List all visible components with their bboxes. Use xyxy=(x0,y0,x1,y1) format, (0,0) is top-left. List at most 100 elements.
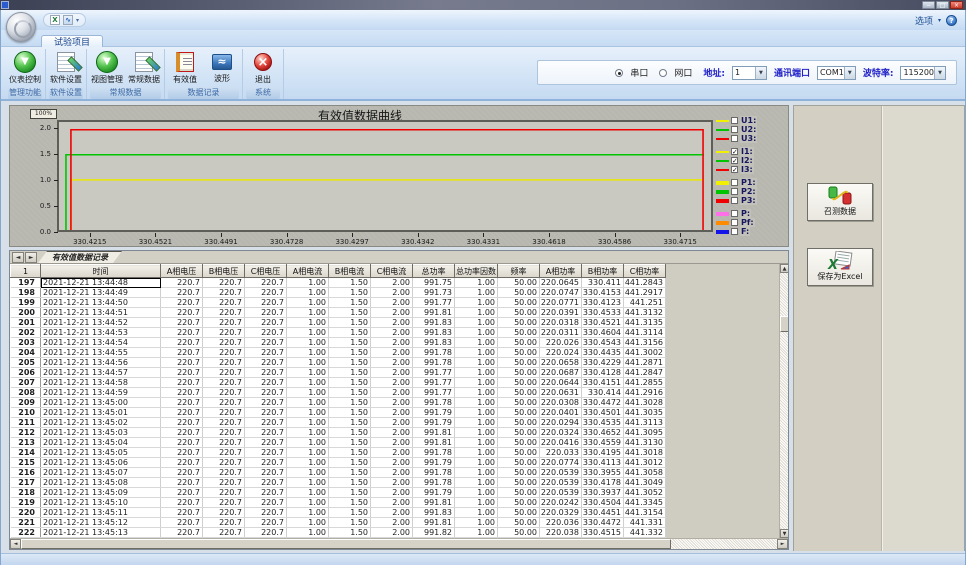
row-number-cell[interactable]: 201 xyxy=(11,318,41,328)
data-cell[interactable]: 220.7 xyxy=(245,448,287,458)
data-cell[interactable]: 1.00 xyxy=(455,298,498,308)
data-cell[interactable]: 991.79 xyxy=(413,408,455,418)
row-number-cell[interactable]: 220 xyxy=(11,508,41,518)
data-cell[interactable]: 220.7 xyxy=(245,388,287,398)
data-cell[interactable]: 441.3035 xyxy=(624,408,666,418)
row-number-cell[interactable]: 218 xyxy=(11,488,41,498)
row-number-cell[interactable]: 202 xyxy=(11,328,41,338)
data-cell[interactable]: 1.00 xyxy=(287,478,329,488)
data-cell[interactable]: 441.3052 xyxy=(624,488,666,498)
data-cell[interactable]: 2.00 xyxy=(371,528,413,538)
data-cell[interactable]: 991.81 xyxy=(413,518,455,528)
data-cell[interactable]: 1.50 xyxy=(329,378,371,388)
data-cell[interactable]: 1.00 xyxy=(455,458,498,468)
table-row[interactable]: 2202021-12-21 13:45:11220.7220.7220.71.0… xyxy=(11,508,666,518)
row-number-cell[interactable]: 215 xyxy=(11,458,41,468)
data-cell[interactable]: 330.4151 xyxy=(582,378,624,388)
data-cell[interactable]: 1.00 xyxy=(287,338,329,348)
data-cell[interactable]: 441.2847 xyxy=(624,368,666,378)
data-cell[interactable]: 220.036 xyxy=(540,518,582,528)
data-cell[interactable]: 330.4195 xyxy=(582,448,624,458)
data-cell[interactable]: 441.332 xyxy=(624,528,666,538)
data-cell[interactable]: 220.7 xyxy=(245,528,287,538)
data-cell[interactable]: 220.7 xyxy=(161,448,203,458)
table-row[interactable]: 2192021-12-21 13:45:10220.7220.7220.71.0… xyxy=(11,498,666,508)
table-row[interactable]: 2122021-12-21 13:45:03220.7220.7220.71.0… xyxy=(11,428,666,438)
data-cell[interactable]: 1.50 xyxy=(329,538,371,539)
data-cell[interactable]: 991.77 xyxy=(413,368,455,378)
data-cell[interactable]: 220.026 xyxy=(540,338,582,348)
data-cell[interactable]: 1.50 xyxy=(329,408,371,418)
data-cell[interactable]: 330.4504 xyxy=(582,498,624,508)
row-number-cell[interactable]: 199 xyxy=(11,298,41,308)
data-cell[interactable]: 50.00 xyxy=(498,278,540,288)
data-cell[interactable]: 2.00 xyxy=(371,418,413,428)
legend-checkbox[interactable] xyxy=(731,228,738,235)
data-cell[interactable]: 1.00 xyxy=(455,378,498,388)
data-cell[interactable]: 441.2916 xyxy=(624,388,666,398)
legend-checkbox[interactable] xyxy=(731,219,738,226)
recall-data-button[interactable]: 召测数据 xyxy=(807,183,873,221)
table-row[interactable]: 2232021-12-21 13:45:14220.7220.7220.71.0… xyxy=(11,538,666,539)
data-cell[interactable]: 991.79 xyxy=(413,458,455,468)
data-cell[interactable]: 2021-12-21 13:45:13 xyxy=(41,528,161,538)
data-cell[interactable]: 2021-12-21 13:45:06 xyxy=(41,458,161,468)
data-cell[interactable]: 1.00 xyxy=(455,448,498,458)
data-cell[interactable]: 991.82 xyxy=(413,528,455,538)
data-cell[interactable]: 220.7 xyxy=(245,348,287,358)
data-cell[interactable]: 1.50 xyxy=(329,308,371,318)
table-row[interactable]: 1992021-12-21 13:44:50220.7220.7220.71.0… xyxy=(11,298,666,308)
data-cell[interactable]: 220.7 xyxy=(245,338,287,348)
data-cell[interactable]: 991.83 xyxy=(413,338,455,348)
data-cell[interactable]: 2021-12-21 13:44:59 xyxy=(41,388,161,398)
data-cell[interactable]: 441.251 xyxy=(624,298,666,308)
legend-checkbox[interactable] xyxy=(731,197,738,204)
data-cell[interactable]: 50.00 xyxy=(498,418,540,428)
data-cell[interactable]: 1.50 xyxy=(329,518,371,528)
ribbon-button-波形[interactable]: 波形 xyxy=(205,50,239,85)
data-cell[interactable]: 50.00 xyxy=(498,288,540,298)
table-row[interactable]: 2182021-12-21 13:45:09220.7220.7220.71.0… xyxy=(11,488,666,498)
data-cell[interactable]: 2.00 xyxy=(371,278,413,288)
data-cell[interactable]: 441.3114 xyxy=(624,328,666,338)
column-header-频率[interactable]: 频率 xyxy=(498,265,540,278)
data-cell[interactable]: 2021-12-21 13:45:04 xyxy=(41,438,161,448)
data-cell[interactable]: 441.3154 xyxy=(624,508,666,518)
data-cell[interactable]: 220.7 xyxy=(203,288,245,298)
data-cell[interactable]: 2.00 xyxy=(371,328,413,338)
options-menu[interactable]: 选项 xyxy=(915,14,933,27)
row-number-cell[interactable]: 223 xyxy=(11,538,41,539)
row-number-cell[interactable]: 214 xyxy=(11,448,41,458)
table-row[interactable]: 2002021-12-21 13:44:51220.7220.7220.71.0… xyxy=(11,308,666,318)
minimize-button[interactable]: − xyxy=(922,1,935,9)
rms-data-table[interactable]: 1时间A相电压B相电压C相电压A相电流B相电流C相电流总功率总功率因数频率A相功… xyxy=(10,264,666,538)
data-cell[interactable]: 50.00 xyxy=(498,478,540,488)
data-cell[interactable]: 220.7 xyxy=(161,378,203,388)
data-cell[interactable]: 220.0308 xyxy=(540,398,582,408)
data-cell[interactable]: 1.50 xyxy=(329,448,371,458)
data-cell[interactable]: 1.00 xyxy=(287,308,329,318)
data-cell[interactable]: 220.7 xyxy=(161,518,203,528)
data-cell[interactable]: 2021-12-21 13:45:01 xyxy=(41,408,161,418)
data-cell[interactable]: 50.00 xyxy=(498,518,540,528)
data-cell[interactable]: 991.79 xyxy=(413,488,455,498)
data-cell[interactable]: 220.7 xyxy=(245,438,287,448)
data-cell[interactable]: 1.00 xyxy=(287,508,329,518)
data-cell[interactable]: 441.2855 xyxy=(624,378,666,388)
vertical-scrollbar[interactable]: ▲ ▼ xyxy=(779,264,788,538)
data-cell[interactable]: 220.7 xyxy=(203,358,245,368)
data-cell[interactable]: 441.3012 xyxy=(624,458,666,468)
data-cell[interactable]: 330.3937 xyxy=(582,488,624,498)
data-cell[interactable]: 1.00 xyxy=(455,388,498,398)
data-cell[interactable]: 50.00 xyxy=(498,428,540,438)
column-header-C相功率[interactable]: C相功率 xyxy=(624,265,666,278)
data-cell[interactable]: 1.00 xyxy=(287,518,329,528)
data-cell[interactable]: 1.00 xyxy=(455,468,498,478)
data-cell[interactable]: 2.00 xyxy=(371,438,413,448)
data-cell[interactable]: 220.7 xyxy=(161,358,203,368)
data-cell[interactable]: 1.00 xyxy=(287,298,329,308)
data-cell[interactable]: 330.4229 xyxy=(582,358,624,368)
data-cell[interactable]: 220.033 xyxy=(540,448,582,458)
data-cell[interactable]: 991.78 xyxy=(413,348,455,358)
row-number-cell[interactable]: 219 xyxy=(11,498,41,508)
